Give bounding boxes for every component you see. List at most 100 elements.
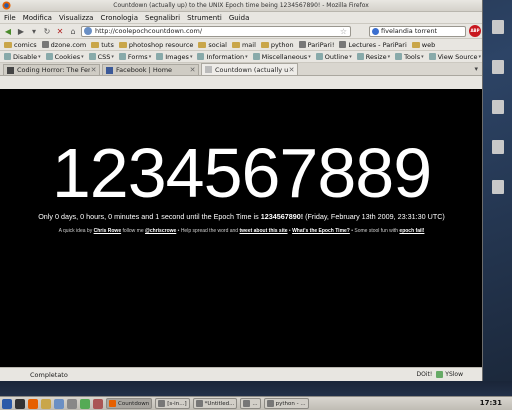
coding-horror-favicon-icon: [7, 66, 14, 74]
bookmark-photoshop[interactable]: photoshop resource: [118, 41, 193, 49]
css-icon: [88, 53, 96, 60]
menu-cronologia[interactable]: Cronologia: [100, 14, 138, 22]
dev-miscellaneous[interactable]: Miscellaneous ▾: [252, 53, 311, 61]
firefox-launcher-icon[interactable]: [28, 398, 38, 409]
dev-images[interactable]: Images ▾: [156, 53, 192, 61]
yslow-button[interactable]: YSlow: [436, 371, 463, 378]
bookmark-star-icon[interactable]: ☆: [340, 27, 347, 36]
tab-coding-horror[interactable]: Coding Horror: The Fere... ✕: [3, 64, 100, 75]
dev-disable[interactable]: Disable ▾: [4, 53, 41, 61]
countdown-text: Only 0 days, 0 hours, 0 minutes and 1 se…: [38, 212, 445, 221]
bookmarks-toolbar: comics dzone.com tuts photoshop resource…: [0, 39, 482, 51]
status-bar: Completato DOit! YSlow: [0, 367, 482, 381]
author-link[interactable]: Chris Rowe: [94, 228, 122, 234]
close-tab-icon[interactable]: ✕: [288, 66, 295, 74]
firefox-window: Countdown (actually up) to the UNIX Epoc…: [0, 0, 483, 381]
bookmark-paripari[interactable]: PariPari!: [298, 41, 334, 49]
folder-launcher-icon[interactable]: [41, 398, 51, 409]
search-input[interactable]: fivelandia torrent: [369, 26, 466, 37]
task-item[interactable]: *Untitled...: [192, 398, 238, 409]
folder-icon: [231, 41, 240, 48]
disable-icon: [4, 53, 11, 60]
mail-launcher-icon[interactable]: [67, 398, 77, 409]
favicon-icon: [41, 41, 49, 48]
folder-icon: [198, 41, 207, 48]
stop-icon[interactable]: ✕: [55, 26, 65, 36]
tab-countdown[interactable]: Countdown (actually up... ✕: [201, 63, 298, 75]
dev-cookies[interactable]: Cookies ▾: [45, 53, 84, 61]
bookmark-dzone[interactable]: dzone.com: [41, 41, 86, 49]
chat-launcher-icon[interactable]: [80, 398, 90, 409]
menu-modifica[interactable]: Modifica: [23, 14, 52, 22]
resize-icon: [356, 53, 364, 60]
menu-strumenti[interactable]: Strumenti: [187, 14, 222, 22]
music-launcher-icon[interactable]: [93, 398, 103, 409]
firefox-icon: [109, 400, 116, 407]
folder-icon: [4, 41, 12, 48]
view-source-icon: [428, 53, 436, 60]
folder-icon: [118, 41, 127, 48]
facebook-favicon-icon: [106, 66, 113, 74]
menu-guida[interactable]: Guida: [229, 14, 250, 22]
bookmark-web[interactable]: web: [411, 41, 435, 49]
terminal-icon[interactable]: [15, 398, 25, 409]
miscellaneous-icon: [252, 53, 260, 60]
bookmark-python[interactable]: python: [260, 41, 294, 49]
tab-list-icon[interactable]: ▾: [474, 65, 478, 73]
bookmark-comics[interactable]: comics: [4, 41, 37, 49]
bookmark-lectures[interactable]: Lectures - PariPari: [339, 41, 407, 49]
tab-bar: Coding Horror: The Fere... ✕ Facebook | …: [0, 63, 482, 76]
desktop-file-icon[interactable]: [492, 20, 504, 34]
back-icon[interactable]: ◀: [3, 26, 13, 36]
dev-forms[interactable]: Forms ▾: [118, 53, 151, 61]
dev-information[interactable]: Information ▾: [197, 53, 248, 61]
url-bar[interactable]: http://coolepochcountdown.com/ ☆: [81, 25, 351, 37]
dev-resize[interactable]: Resize ▾: [356, 53, 390, 61]
doit-button[interactable]: DOit!: [417, 371, 433, 378]
close-tab-icon[interactable]: ✕: [90, 66, 97, 74]
task-item[interactable]: ...: [240, 398, 261, 409]
app-icon: [195, 400, 203, 407]
folder-icon: [411, 41, 420, 48]
menu-file[interactable]: File: [4, 14, 16, 22]
footer-text: A quick idea by Chris Rowe follow me @ch…: [58, 228, 425, 234]
task-item[interactable]: python - ...: [263, 398, 309, 409]
bookmark-tuts[interactable]: tuts: [91, 41, 114, 49]
page-content: 1234567889 Only 0 days, 0 hours, 0 minut…: [0, 89, 482, 367]
tab-facebook[interactable]: Facebook | Home ✕: [102, 64, 199, 75]
menu-segnalibri[interactable]: Segnalibri: [145, 14, 180, 22]
epoch-fail-link[interactable]: epoch fail!: [399, 228, 424, 234]
desktop-file-icon[interactable]: [492, 140, 504, 154]
close-tab-icon[interactable]: ✕: [189, 66, 196, 74]
forward-icon[interactable]: ▶: [16, 26, 26, 36]
bookmark-social[interactable]: social: [198, 41, 227, 49]
whats-epoch-link[interactable]: What's the Epoch Time?: [292, 228, 350, 234]
menu-icon[interactable]: [2, 398, 12, 409]
desktop-file-icon[interactable]: [492, 60, 504, 74]
clock[interactable]: 17:31: [480, 399, 502, 407]
bookmark-mail[interactable]: mail: [231, 41, 256, 49]
tweet-link[interactable]: tweet about this site: [239, 228, 287, 234]
taskbar: Countdown [s-in...] *Untitled... ... pyt…: [0, 396, 512, 410]
task-firefox[interactable]: Countdown: [106, 398, 153, 409]
dev-tools[interactable]: Tools ▾: [395, 53, 424, 61]
menu-visualizza[interactable]: Visualizza: [59, 14, 93, 22]
desktop-file-icon[interactable]: [492, 180, 504, 194]
home-icon[interactable]: ⌂: [68, 26, 78, 36]
cookies-icon: [45, 53, 53, 60]
desktop-side-panel: [484, 0, 512, 381]
twitter-link[interactable]: @chriscrowe: [145, 228, 176, 234]
task-item[interactable]: [s-in...]: [155, 398, 190, 409]
dev-css[interactable]: CSS ▾: [88, 53, 114, 61]
adblock-icon[interactable]: ABP: [469, 25, 481, 37]
reload-icon[interactable]: ↻: [42, 26, 52, 36]
app-icon: [243, 400, 251, 407]
status-text: Completato: [30, 370, 68, 379]
dev-outline[interactable]: Outline ▾: [315, 53, 352, 61]
dropdown-icon[interactable]: ▾: [29, 26, 39, 36]
desktop-file-icon[interactable]: [492, 100, 504, 114]
editor-launcher-icon[interactable]: [54, 398, 64, 409]
menu-bar: File Modifica Visualizza Cronologia Segn…: [0, 12, 482, 24]
folder-icon: [91, 41, 100, 48]
dev-view-source[interactable]: View Source ▾: [428, 53, 481, 61]
